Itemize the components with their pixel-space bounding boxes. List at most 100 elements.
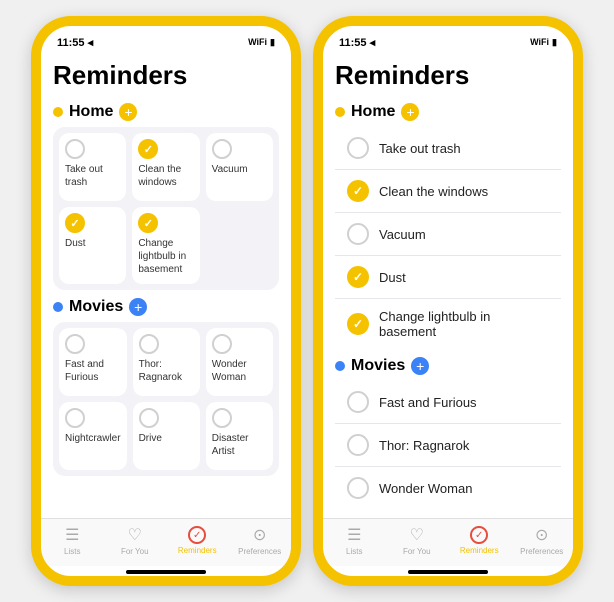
item-checkbox[interactable] [138, 213, 158, 233]
item-label: Wonder Woman [379, 481, 472, 496]
tab-icon: ✓ [470, 526, 488, 544]
section-header-home: Home + [335, 103, 561, 121]
grid-item[interactable]: Take out trash [59, 133, 126, 201]
list-item[interactable]: Take out trash [335, 127, 561, 170]
page-title: Reminders [53, 54, 279, 99]
status-icons: WiFi ▮ [248, 37, 275, 48]
phone-left: 11:55 ◂ WiFi ▮ Reminders Home+ Take out tr… [31, 16, 301, 586]
screen-content: Reminders Home+ Take out trash Clean the wi… [41, 54, 291, 576]
item-checkbox[interactable] [65, 213, 85, 233]
section-title: Home [351, 103, 395, 121]
grid-section: Fast and Furious Thor: Ragnarok Wonder Wom… [53, 322, 279, 476]
section-dot [53, 107, 63, 117]
list-item[interactable]: Clean the windows [335, 170, 561, 213]
item-checkbox[interactable] [65, 408, 85, 428]
item-checkbox[interactable] [139, 408, 159, 428]
item-label: Thor: Ragnarok [379, 438, 469, 453]
item-checkbox[interactable] [65, 139, 85, 159]
item-checkbox[interactable] [347, 266, 369, 288]
grid-item[interactable]: Thor: Ragnarok [133, 328, 200, 396]
tab-icon: ☰ [347, 525, 361, 545]
list-item[interactable]: Dust [335, 256, 561, 299]
section-dot [335, 107, 345, 117]
tab-icon: ✓ [188, 526, 206, 544]
status-time: 11:55 ◂ [57, 36, 93, 49]
list-item[interactable]: Fast and Furious [335, 381, 561, 424]
item-checkbox[interactable] [347, 313, 369, 335]
screen-content: Reminders Home + Take out trash Clean the wi… [323, 54, 573, 576]
battery-icon: ▮ [552, 37, 557, 48]
add-section-button[interactable]: + [129, 298, 147, 316]
item-label: Vacuum [379, 227, 426, 242]
item-label: Change lightbulb in basement [379, 309, 549, 339]
battery-icon: ▮ [270, 37, 275, 48]
item-checkbox[interactable] [347, 180, 369, 202]
phones-container: 11:55 ◂ WiFi ▮ Reminders Home + Take out tr… [21, 6, 593, 596]
item-label: Take out trash [379, 141, 461, 156]
grid-item[interactable]: Wonder Woman [206, 328, 273, 396]
grid-item[interactable]: Clean the windows [132, 133, 199, 201]
list-section: Take out trash Clean the windows Vacuum Dus… [335, 127, 561, 349]
tab-lists[interactable]: ☰Lists [41, 525, 104, 556]
item-label: Wonder Woman [212, 358, 267, 384]
item-label: Fast and Furious [379, 395, 477, 410]
list-section: Fast and Furious Thor: Ragnarok Wonder Wom… [335, 381, 561, 509]
item-label: Dust [65, 237, 86, 250]
grid-item[interactable]: Fast and Furious [59, 328, 127, 396]
item-checkbox[interactable] [347, 223, 369, 245]
tab-lists[interactable]: ☰ Lists [323, 525, 386, 556]
add-section-button[interactable]: + [401, 103, 419, 121]
item-checkbox[interactable] [347, 391, 369, 413]
section-header-home: Home+ [53, 103, 279, 121]
item-label: Disaster Artist [212, 432, 267, 458]
grid-item[interactable]: Dust [59, 207, 126, 284]
item-checkbox[interactable] [347, 477, 369, 499]
tab-label: Reminders [460, 546, 499, 555]
grid-section: Take out trash Clean the windows Vacuum Dus… [53, 127, 279, 290]
list-item[interactable]: Thor: Ragnarok [335, 424, 561, 467]
list-item[interactable]: Vacuum [335, 213, 561, 256]
tab-icon: ⊙ [253, 525, 266, 545]
home-indicator [408, 570, 488, 574]
tab-icon: ♡ [410, 525, 424, 545]
list-item[interactable]: Change lightbulb in basement [335, 299, 561, 349]
tab-for-you[interactable]: ♡For You [386, 525, 449, 556]
grid-item[interactable]: Disaster Artist [206, 402, 273, 470]
item-label: Drive [139, 432, 162, 445]
item-label: Fast and Furious [65, 358, 121, 384]
item-label: Take out trash [65, 163, 120, 189]
tab-label: Lists [346, 547, 362, 556]
tab-reminders[interactable]: ✓Reminders [166, 526, 229, 555]
item-checkbox[interactable] [347, 137, 369, 159]
tab-preferences[interactable]: ⊙Preferences [511, 525, 574, 556]
item-checkbox[interactable] [212, 334, 232, 354]
item-label: Vacuum [212, 163, 248, 176]
tab-bar: ☰Lists♡For You✓Reminders ⊙ Preferences [41, 518, 291, 566]
tab-preferences[interactable]: ⊙ Preferences [229, 525, 292, 556]
item-label: Nightcrawler [65, 432, 121, 445]
grid-item[interactable]: Drive [133, 402, 200, 470]
add-section-button[interactable]: + [411, 357, 429, 375]
item-checkbox[interactable] [139, 334, 159, 354]
item-checkbox[interactable] [212, 139, 232, 159]
add-section-button[interactable]: + [119, 103, 137, 121]
list-item[interactable]: Wonder Woman [335, 467, 561, 509]
tab-reminders[interactable]: ✓ Reminders [448, 526, 511, 555]
tab-icon: ⊙ [535, 525, 548, 545]
grid-item[interactable]: Vacuum [206, 133, 273, 201]
item-checkbox[interactable] [347, 434, 369, 456]
page-scroll: RemindersHome+Take out trashClean the wi… [323, 54, 573, 518]
item-checkbox[interactable] [138, 139, 158, 159]
item-checkbox[interactable] [65, 334, 85, 354]
item-label: Dust [379, 270, 406, 285]
item-checkbox[interactable] [212, 408, 232, 428]
reminders-icon: ✓ [188, 526, 206, 544]
section-dot [335, 361, 345, 371]
grid-item[interactable]: Change lightbulb in basement [132, 207, 199, 284]
tab-for-you[interactable]: ♡For You [104, 525, 167, 556]
status-icons: WiFi ▮ [530, 37, 557, 48]
status-time: 11:55 ◂ [339, 36, 375, 49]
section-header-movies: Movies+ [53, 298, 279, 316]
grid-item[interactable]: Nightcrawler [59, 402, 127, 470]
tab-label: Preferences [238, 547, 281, 556]
